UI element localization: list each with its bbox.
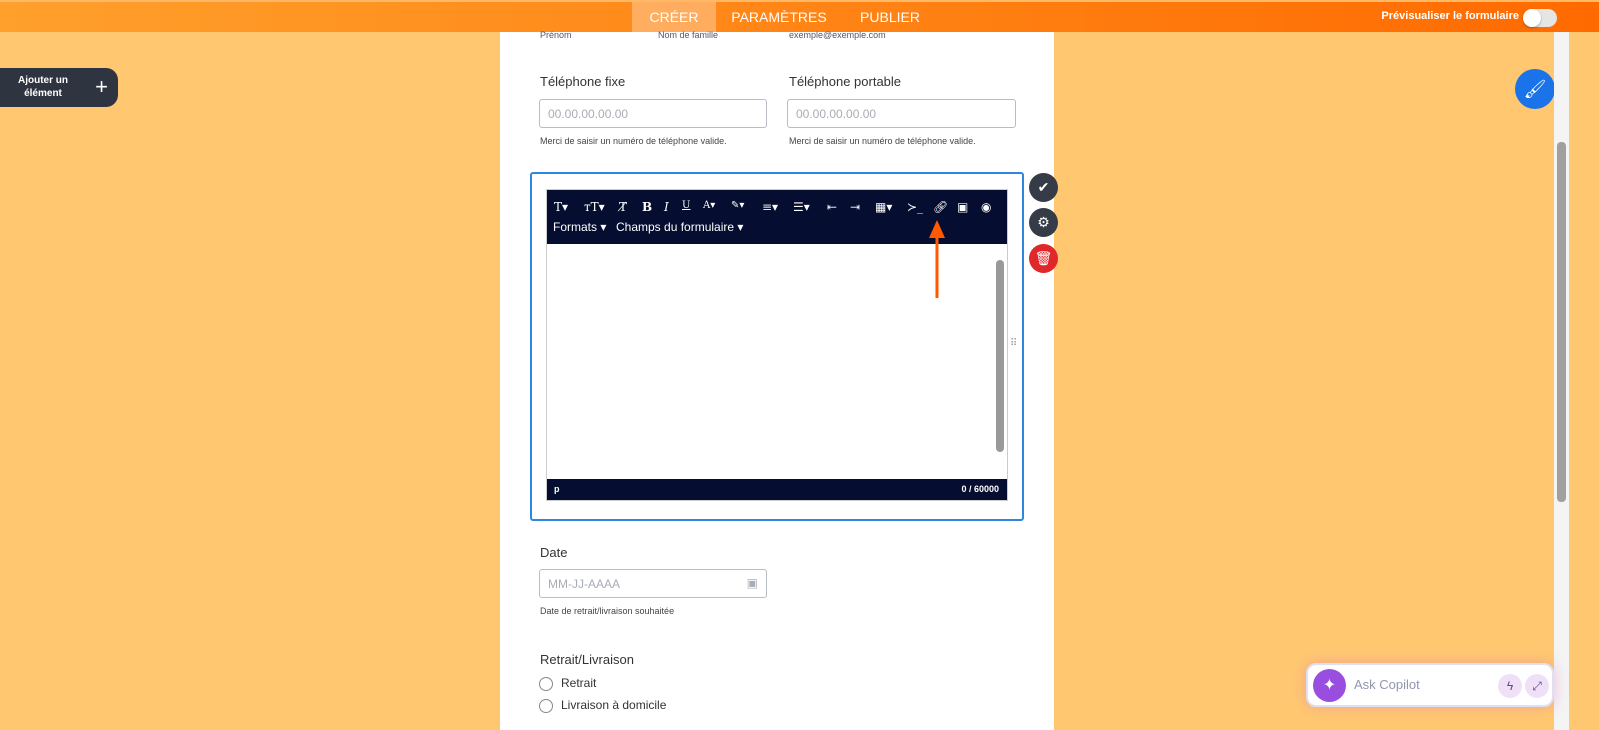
radio-retrait-label: Retrait [561,676,597,690]
font-icon[interactable]: T▾ [554,200,568,214]
phone-mobile-help: Merci de saisir un numéro de téléphone v… [789,136,976,146]
add-element-button[interactable]: Ajouter un élément + [0,68,118,107]
phone-fixed-input[interactable]: 00.00.00.00.00 [539,99,767,128]
phone-mobile-label: Téléphone portable [789,74,902,89]
last-name-sublabel: Nom de famille [658,30,719,40]
date-input[interactable]: MM-JJ-AAAA ▣ [539,569,767,598]
image-icon[interactable]: ▣ [957,200,968,214]
expand-icon[interactable]: ⤢ [1525,674,1549,698]
underline-icon[interactable]: U [682,200,690,211]
radio-livraison-label: Livraison à domicile [561,698,667,712]
phone-fixed-help: Merci de saisir un numéro de téléphone v… [540,136,727,146]
radio-retrait[interactable] [539,677,553,691]
copilot-bar[interactable]: ✦ Ask Copilot ϟ ⤢ [1306,663,1554,707]
plus-icon: + [95,74,108,99]
annotation-arrow [929,220,945,298]
outdent-icon[interactable]: ⇤ [827,200,837,214]
align-icon[interactable]: ≡▾ [762,200,778,214]
preview-label: Prévisualiser le formulaire [1381,10,1519,22]
italic-icon[interactable]: I [664,200,669,214]
char-counter: 0 / 60000 [961,484,999,494]
tab-parametres[interactable]: PARAMÈTRES [722,2,836,32]
phone-mobile-input[interactable]: 00.00.00.00.00 [787,99,1016,128]
highlight-icon[interactable]: ✎▾ [731,200,744,211]
font-size-icon[interactable]: ᴛT▾ [584,200,605,214]
code-icon[interactable]: ≻_ [907,200,923,214]
radio-livraison[interactable] [539,699,553,713]
calendar-icon[interactable]: ▣ [747,576,758,590]
tab-publier[interactable]: PUBLIER [850,2,930,32]
drag-handle-icon[interactable]: ⠿ [1010,338,1017,349]
text-color-icon[interactable]: A▾ [703,200,715,211]
confirm-button[interactable]: ✔ [1029,173,1058,202]
formats-dropdown[interactable]: Formats ▾ [553,220,606,234]
tab-creer[interactable]: CRÉER [632,2,716,32]
form-fields-dropdown[interactable]: Champs du formulaire ▾ [616,220,743,234]
date-help: Date de retrait/livraison souhaitée [540,606,675,616]
preview-eye-icon[interactable]: ◉ [981,200,991,214]
editor-statusbar: p 0 / 60000 [547,479,1007,500]
pickup-label: Retrait/Livraison [540,652,634,667]
copilot-input[interactable]: Ask Copilot [1354,677,1420,692]
paint-roller-button[interactable]: 🖌︎ [1515,69,1555,109]
bold-icon[interactable]: B [642,200,652,214]
preview-toggle[interactable] [1523,9,1557,27]
table-icon[interactable]: ▦▾ [875,200,892,214]
date-label: Date [540,545,568,560]
settings-gear-button[interactable]: ⚙ [1029,208,1058,237]
clear-format-icon[interactable]: T̸ [619,200,627,214]
sparkle-icon: ✦ [1313,669,1346,702]
phone-fixed-label: Téléphone fixe [540,74,626,89]
element-path: p [554,484,560,494]
link-icon[interactable]: 🔗︎ [933,200,948,214]
first-name-sublabel: Prénom [540,30,572,40]
editor-scrollbar[interactable] [996,260,1004,452]
page-scrollbar[interactable] [1554,32,1569,730]
list-icon[interactable]: ☰▾ [793,200,810,214]
email-sublabel: exemple@exemple.com [789,30,886,40]
indent-icon[interactable]: ⇥ [850,200,860,214]
lightning-icon[interactable]: ϟ [1498,674,1522,698]
delete-trash-button[interactable]: 🗑︎ [1029,244,1058,273]
top-nav: CRÉER PARAMÈTRES PUBLIER Prévisualiser l… [0,0,1599,32]
add-element-label: Ajouter un élément [18,75,68,99]
